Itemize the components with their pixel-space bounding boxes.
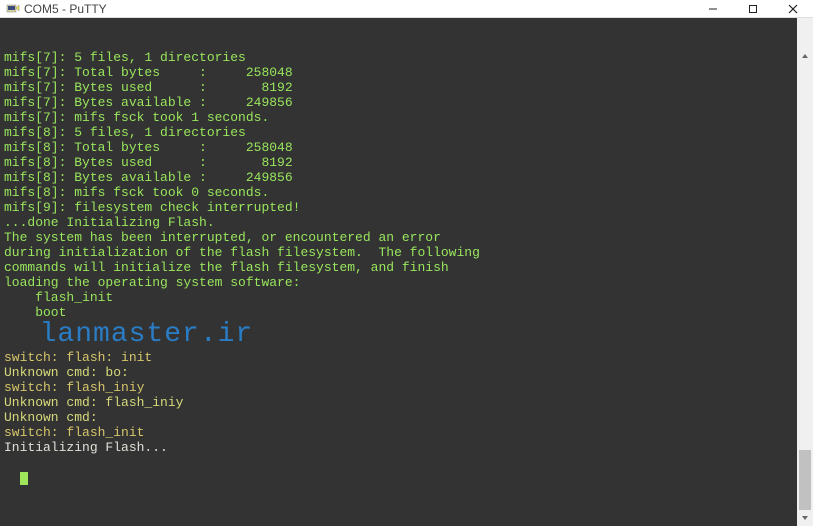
terminal-output: mifs[7]: 5 files, 1 directoriesmifs[7]: …	[4, 50, 809, 455]
terminal-line: mifs[7]: Bytes available : 249856	[4, 95, 809, 110]
scrollbar-thumb[interactable]	[799, 450, 811, 511]
terminal-line: switch: flash: init	[4, 350, 809, 365]
terminal-line: switch: flash_init	[4, 425, 809, 440]
terminal-line: The system has been interrupted, or enco…	[4, 230, 809, 245]
terminal-line: Initializing Flash...	[4, 440, 809, 455]
terminal-line: flash_init	[4, 290, 809, 305]
window-controls	[693, 0, 813, 17]
terminal-line: mifs[8]: Bytes used : 8192	[4, 155, 809, 170]
terminal-line: boot	[4, 305, 809, 320]
scroll-down-arrow-icon[interactable]	[797, 510, 813, 526]
terminal-line: mifs[8]: mifs fsck took 0 seconds.	[4, 185, 809, 200]
terminal-line: Unknown cmd:	[4, 410, 809, 425]
terminal-line: mifs[7]: Total bytes : 258048	[4, 65, 809, 80]
scroll-up-arrow-icon[interactable]	[797, 48, 813, 64]
terminal-line: mifs[8]: 5 files, 1 directories	[4, 125, 809, 140]
terminal-line: switch: flash_iniy	[4, 380, 809, 395]
terminal-line: Unknown cmd: flash_iniy	[4, 395, 809, 410]
terminal-area[interactable]: mifs[7]: 5 files, 1 directoriesmifs[7]: …	[0, 18, 813, 526]
window-titlebar: COM5 - PuTTY	[0, 0, 813, 18]
putty-icon	[6, 2, 20, 16]
terminal-line: loading the operating system software:	[4, 275, 809, 290]
terminal-line: commands will initialize the flash files…	[4, 260, 809, 275]
terminal-line: mifs[8]: Bytes available : 249856	[4, 170, 809, 185]
terminal-line: Unknown cmd: bo:	[4, 365, 809, 380]
terminal-line: mifs[7]: Bytes used : 8192	[4, 80, 809, 95]
terminal-line: lanmaster.ir	[4, 320, 809, 350]
minimize-button[interactable]	[693, 0, 733, 18]
close-button[interactable]	[773, 0, 813, 18]
window-title: COM5 - PuTTY	[24, 2, 693, 16]
vertical-scrollbar[interactable]	[797, 18, 813, 526]
terminal-line: mifs[9]: filesystem check interrupted!	[4, 200, 809, 215]
terminal-line: during initialization of the flash files…	[4, 245, 809, 260]
maximize-button[interactable]	[733, 0, 773, 18]
terminal-line: mifs[7]: mifs fsck took 1 seconds.	[4, 110, 809, 125]
terminal-cursor	[20, 472, 28, 485]
terminal-line: mifs[7]: 5 files, 1 directories	[4, 50, 809, 65]
terminal-line: mifs[8]: Total bytes : 258048	[4, 140, 809, 155]
terminal-line: ...done Initializing Flash.	[4, 215, 809, 230]
